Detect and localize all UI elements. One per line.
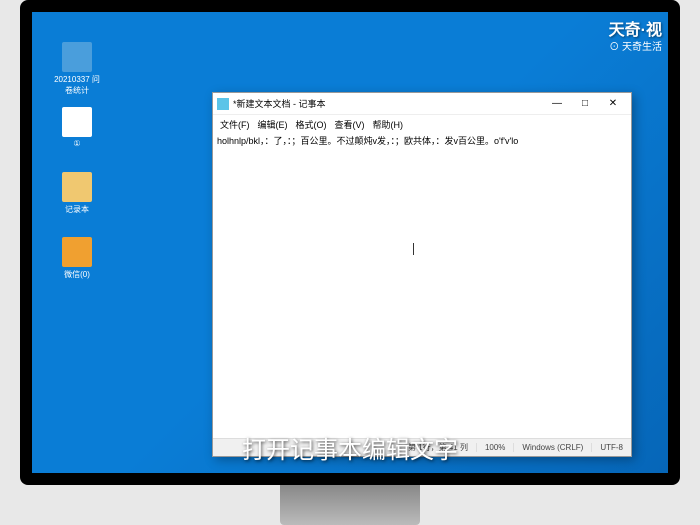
desktop-icon-wechat[interactable]: 微信(0) bbox=[52, 237, 102, 280]
subtitle-caption: 打开记事本编辑文字 bbox=[32, 430, 668, 465]
desktop-icon-notes[interactable]: 记录本 bbox=[52, 172, 102, 215]
titlebar[interactable]: *新建文本文档 - 记事本 — □ ✕ bbox=[213, 93, 631, 115]
text-cursor bbox=[413, 243, 414, 255]
menu-view[interactable]: 查看(V) bbox=[332, 117, 368, 132]
word-icon bbox=[62, 42, 92, 72]
brand-watermark-sub: ⊙ 天奇生活 bbox=[609, 38, 662, 53]
window-controls: — □ ✕ bbox=[543, 94, 627, 114]
close-button[interactable]: ✕ bbox=[599, 94, 627, 114]
text-editor[interactable]: holhnlp/bkl，：了，：；百公里。不过颠炖v发，：；欧共体，：发v百公里… bbox=[213, 133, 631, 438]
notes-icon bbox=[62, 172, 92, 202]
menubar: 文件(F) 编辑(E) 格式(O) 查看(V) 帮助(H) bbox=[213, 115, 631, 133]
notepad-window: *新建文本文档 - 记事本 — □ ✕ 文件(F) 编辑(E) 格式(O) 查看… bbox=[212, 92, 632, 457]
maximize-button[interactable]: □ bbox=[571, 94, 599, 114]
editor-content: holhnlp/bkl，：了，：；百公里。不过颠炖v发，：；欧共体，：发v百公里… bbox=[217, 135, 627, 148]
notepad-app-icon bbox=[217, 98, 229, 110]
menu-file[interactable]: 文件(F) bbox=[217, 117, 253, 132]
brand-watermark: 天奇·视 bbox=[609, 16, 662, 40]
desktop-icon-file[interactable]: ① bbox=[52, 107, 102, 148]
menu-help[interactable]: 帮助(H) bbox=[370, 117, 407, 132]
menu-edit[interactable]: 编辑(E) bbox=[255, 117, 291, 132]
monitor-stand bbox=[280, 485, 420, 525]
window-title: *新建文本文档 - 记事本 bbox=[233, 97, 543, 110]
file-icon bbox=[62, 107, 92, 137]
monitor-bezel: 20210337 问卷统计 ① 记录本 微信(0) *新建文本文档 - 记事本 … bbox=[20, 0, 680, 485]
minimize-button[interactable]: — bbox=[543, 94, 571, 114]
menu-format[interactable]: 格式(O) bbox=[293, 117, 330, 132]
desktop-screen: 20210337 问卷统计 ① 记录本 微信(0) *新建文本文档 - 记事本 … bbox=[32, 12, 668, 473]
desktop-icon-doc[interactable]: 20210337 问卷统计 bbox=[52, 42, 102, 96]
wechat-icon bbox=[62, 237, 92, 267]
